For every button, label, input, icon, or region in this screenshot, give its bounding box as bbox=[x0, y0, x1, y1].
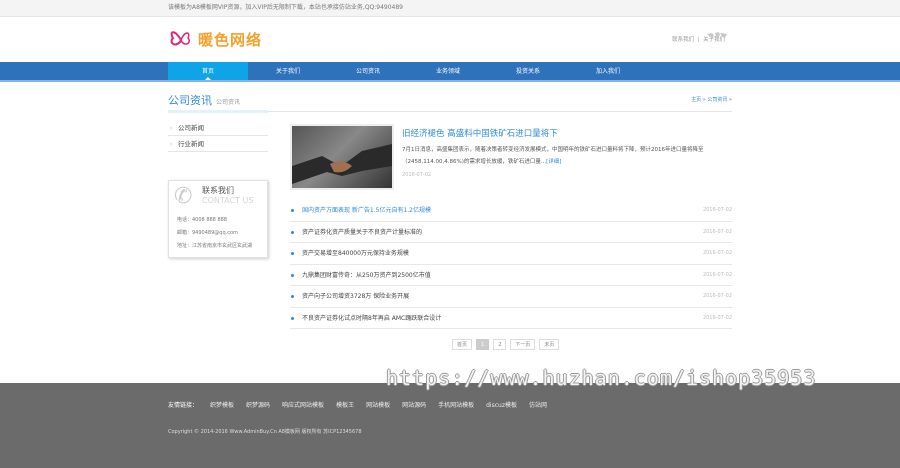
friend-link[interactable]: 织梦模板 bbox=[210, 400, 234, 409]
nav-investor[interactable]: 投资关系 bbox=[488, 62, 568, 80]
footer: 友情链接： 织梦模板 织梦源码 响应式网站模板 模板王 网站模板 网站源码 手机… bbox=[0, 383, 900, 468]
friend-link[interactable]: 网站模板 bbox=[366, 400, 390, 409]
phone-icon: ✆ bbox=[174, 184, 193, 209]
butterfly-logo-icon bbox=[170, 31, 191, 46]
contact-link[interactable]: 联系我们 bbox=[672, 37, 694, 43]
featured-title[interactable]: 旧经济褪色 高盛料中国铁矿石进口量将下 bbox=[402, 127, 558, 139]
handshake-icon bbox=[292, 144, 392, 184]
bullet-icon bbox=[291, 316, 294, 320]
news-date: 2016-07-02 bbox=[702, 271, 732, 278]
news-date: 2016-07-02 bbox=[702, 228, 732, 235]
news-title[interactable]: 资产证券化资产质量关于不良资产计量标准的 bbox=[302, 222, 422, 243]
nav-home[interactable]: 首页 bbox=[168, 62, 248, 80]
logo[interactable]: 暖色网络 bbox=[168, 26, 262, 52]
nav-join[interactable]: 加入我们 bbox=[568, 62, 648, 80]
top-notice: 该模板为A8模板网VIP资源，加入VIP后无限制下载，本站也承接仿站业务,QQ:… bbox=[168, 4, 404, 11]
featured-date: 2016-07-02 bbox=[402, 172, 432, 178]
sidebar-menu: 公司新闻 行业新闻 bbox=[168, 120, 268, 152]
contact-title: 联系我们 bbox=[202, 186, 234, 195]
last-page-button[interactable]: 末页 bbox=[539, 339, 560, 350]
friend-link[interactable]: 响应式网站模板 bbox=[282, 400, 324, 409]
news-date: 2016-07-02 bbox=[702, 207, 732, 213]
main-nav: 首页 关于我们 公司资讯 业务领域 投资关系 加入我们 bbox=[0, 62, 900, 82]
contact-email: 邮箱：9490489@qq.com bbox=[177, 230, 238, 236]
friend-link[interactable]: 仿站网 bbox=[529, 400, 547, 409]
news-title[interactable]: 资产向子公司增资3728万 保险业务开展 bbox=[302, 286, 409, 307]
featured-desc: 7月1日消息，高盛集团表示，随着决策者转变经济发展模式，中国明年的铁矿石进口量料… bbox=[402, 144, 732, 168]
bullet-icon bbox=[291, 252, 294, 255]
contact-phone: 电话：4008 888 888 bbox=[177, 217, 227, 223]
friend-links: 友情链接： 织梦模板 织梦源码 响应式网站模板 模板王 网站模板 网站源码 手机… bbox=[168, 400, 547, 409]
first-page-button[interactable]: 首页 bbox=[452, 339, 473, 350]
nav-business[interactable]: 业务领域 bbox=[408, 62, 488, 80]
friend-links-label: 友情链接： bbox=[168, 402, 199, 409]
list-item[interactable]: 资产向子公司增资3728万 保险业务开展 2016-07-02 bbox=[290, 286, 732, 308]
watermark: https://www.huzhan.com/ishop35953 bbox=[386, 366, 817, 390]
sidebar-item-company-news[interactable]: 公司新闻 bbox=[168, 120, 268, 136]
news-date: 2016-07-02 bbox=[702, 250, 732, 256]
nav-about[interactable]: 关于我们 bbox=[248, 62, 328, 80]
news-title[interactable]: 九鼎集团财富传奇：从250万资产到2500亿市值 bbox=[302, 265, 431, 286]
bullet-icon bbox=[291, 273, 294, 277]
breadcrumb[interactable]: 主页 » 公司资讯 » bbox=[691, 96, 732, 103]
contact-address: 地址：江苏省南京市玄武区玄武湖 bbox=[177, 243, 253, 249]
list-item[interactable]: 九鼎集团财富传奇：从250万资产到2500亿市值 2016-07-02 bbox=[290, 265, 732, 286]
contact-box: ✆ 联系我们 CONTACT US 电话：4008 888 888 邮箱：949… bbox=[168, 180, 268, 258]
next-page-button[interactable]: 下一页 bbox=[510, 339, 536, 350]
news-title[interactable]: 不良资产证券化试点时隔8年再启 AMC踊跃联合设计 bbox=[302, 308, 441, 329]
list-item[interactable]: 国内资产方面表现 新广告1.5亿元自有1.2亿规模 2016-07-02 bbox=[290, 200, 732, 222]
copyright: Copyright © 2014-2016 Www.AdminBuy.Cn A8… bbox=[168, 429, 362, 435]
friend-link[interactable]: 网站源码 bbox=[402, 400, 426, 409]
page-subtitle: 公司资讯 bbox=[216, 99, 241, 106]
list-item[interactable]: 资产证券化资产质量关于不良资产计量标准的 2016-07-02 bbox=[290, 222, 732, 243]
bullet-icon bbox=[291, 295, 294, 298]
news-title[interactable]: 资产交易增至840000万元保持业务规模 bbox=[302, 243, 409, 264]
news-date: 2016-07-02 bbox=[702, 293, 732, 299]
friend-link[interactable]: 织梦源码 bbox=[246, 400, 270, 409]
logo-text: 暖色网络 bbox=[198, 30, 263, 49]
friend-link[interactable]: discuz模板 bbox=[486, 400, 517, 409]
friend-link[interactable]: 模板王 bbox=[336, 400, 354, 409]
handshake-image[interactable] bbox=[290, 124, 394, 190]
sidebar-item-industry-news[interactable]: 行业新闻 bbox=[168, 136, 268, 152]
page-title: 公司资讯 bbox=[168, 94, 212, 107]
top-notice-bar: 该模板为A8模板网VIP资源，加入VIP后无限制下载，本站也承接仿站业务,QQ:… bbox=[0, 0, 900, 17]
featured-article: 旧经济褪色 高盛料中国铁矿石进口量将下 7月1日消息，高盛集团表示，随着决策者转… bbox=[290, 124, 732, 190]
pagination: 首页 1 2 下一页 末页 bbox=[452, 339, 560, 350]
nav-news[interactable]: 公司资讯 bbox=[328, 62, 408, 80]
bullet-icon bbox=[291, 230, 294, 234]
contact-title-en: CONTACT US bbox=[202, 196, 254, 205]
news-date: 2016-07-02 bbox=[702, 314, 732, 321]
featured-more-link[interactable]: [详细] bbox=[546, 159, 561, 165]
title-underline bbox=[168, 110, 268, 113]
list-item[interactable]: 不良资产证券化试点时隔8年再启 AMC踊跃联合设计 2016-07-02 bbox=[290, 308, 732, 329]
list-item[interactable]: 资产交易增至840000万元保持业务规模 2016-07-02 bbox=[290, 243, 732, 265]
page-2-button[interactable]: 2 bbox=[493, 339, 507, 350]
page-title-bar: 公司资讯 公司资讯 主页 » 公司资讯 » bbox=[168, 92, 732, 113]
news-title[interactable]: 国内资产方面表现 新广告1.5亿元自有1.2亿规模 bbox=[302, 200, 431, 221]
world-map-icon bbox=[707, 32, 727, 40]
news-list: 国内资产方面表现 新广告1.5亿元自有1.2亿规模 2016-07-02 资产证券… bbox=[290, 200, 732, 329]
bullet-icon bbox=[291, 209, 294, 212]
friend-link[interactable]: 手机网站模板 bbox=[438, 400, 474, 409]
header: 暖色网络 联系我们 | 关于我们 bbox=[0, 17, 900, 62]
page-1-button[interactable]: 1 bbox=[476, 339, 490, 350]
